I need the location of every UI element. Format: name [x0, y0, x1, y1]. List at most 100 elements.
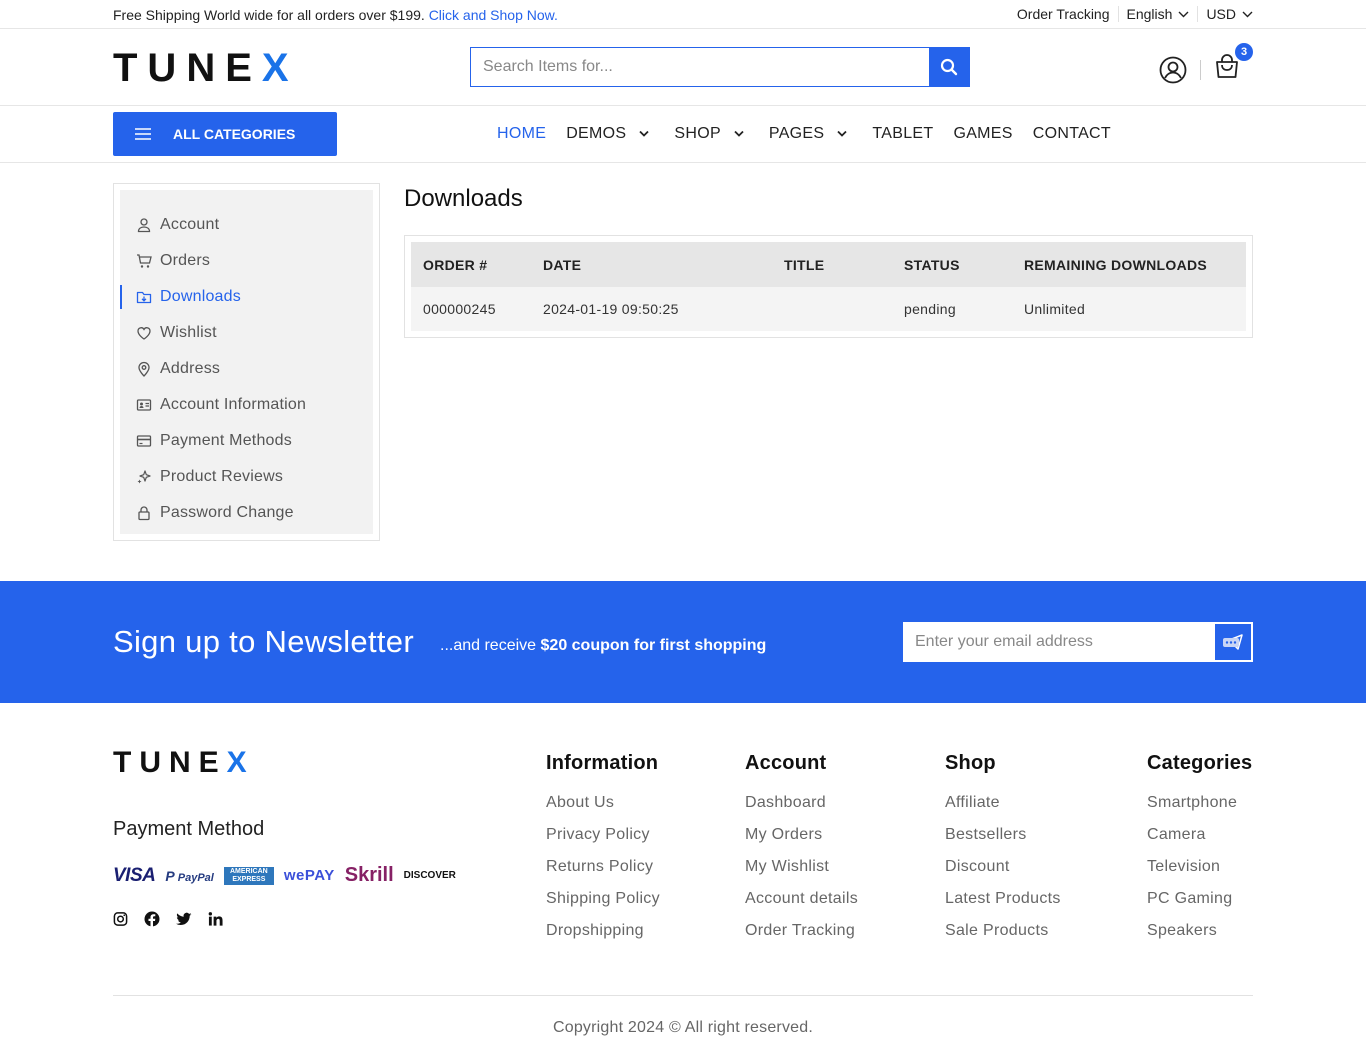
nav-tablet[interactable]: TABLET — [872, 125, 933, 143]
newsletter-subtitle: ...and receive $20 coupon for first shop… — [440, 637, 767, 654]
language-select[interactable]: English — [1117, 6, 1198, 22]
sidebar-item-account-information[interactable]: Account Information — [120, 387, 373, 423]
footer-link-order-tracking[interactable]: Order Tracking — [745, 922, 858, 954]
footer-link-shipping-policy[interactable]: Shipping Policy — [546, 890, 660, 922]
heart-icon — [137, 327, 151, 340]
footer-link-returns-policy[interactable]: Returns Policy — [546, 858, 660, 890]
search-button[interactable] — [929, 48, 969, 86]
chevron-down-icon — [1178, 11, 1189, 17]
search-input[interactable] — [471, 48, 929, 86]
cart-button[interactable]: 3 — [1213, 43, 1253, 86]
nav-contact[interactable]: CONTACT — [1033, 125, 1111, 143]
footer-column-title: Information — [546, 752, 659, 774]
newsletter-title: Sign up to Newsletter — [113, 624, 414, 659]
footer-link-sale-products[interactable]: Sale Products — [945, 922, 1061, 954]
linkedin-icon[interactable] — [208, 911, 223, 927]
sidebar-item-product-reviews[interactable]: Product Reviews — [120, 459, 373, 495]
chevron-down-icon — [1242, 11, 1253, 17]
search-bar — [470, 47, 970, 87]
paypal-logo: P PayPal — [165, 867, 214, 884]
footer-column-title: Shop — [945, 752, 996, 774]
navigation-bar: ALL CATEGORIES HOME DEMOS SHOP PAGES TAB… — [0, 106, 1366, 163]
footer-column-account: Account Dashboard My Orders My Wishlist … — [745, 752, 858, 954]
sidebar-item-downloads[interactable]: Downloads — [120, 279, 373, 315]
chevron-down-icon — [639, 130, 650, 137]
newsletter-section: Sign up to Newsletter ...and receive $20… — [0, 581, 1366, 703]
send-icon — [1223, 634, 1243, 650]
chevron-down-icon — [837, 130, 848, 137]
nav-games[interactable]: GAMES — [953, 125, 1012, 143]
sidebar-item-wishlist[interactable]: Wishlist — [120, 315, 373, 351]
footer-link-discount[interactable]: Discount — [945, 858, 1061, 890]
footer-link-about-us[interactable]: About Us — [546, 794, 660, 826]
column-header-order: ORDER # — [411, 242, 531, 287]
title-cell — [772, 287, 892, 331]
nav-demos[interactable]: DEMOS — [566, 125, 654, 143]
order-tracking-link[interactable]: Order Tracking — [1017, 6, 1118, 22]
footer-link-latest-products[interactable]: Latest Products — [945, 890, 1061, 922]
menu-icon — [135, 128, 151, 140]
footer-link-my-orders[interactable]: My Orders — [745, 826, 858, 858]
order-number-cell: 000000245 — [411, 287, 531, 331]
payment-method-title: Payment Method — [113, 818, 265, 840]
footer-link-camera[interactable]: Camera — [1147, 826, 1252, 858]
page-title: Downloads — [404, 185, 523, 212]
search-icon — [940, 58, 958, 76]
column-header-remaining-downloads: REMAINING DOWNLOADS — [1012, 242, 1246, 287]
footer-link-television[interactable]: Television — [1147, 858, 1252, 890]
currency-select[interactable]: USD — [1197, 6, 1253, 22]
footer-link-my-wishlist[interactable]: My Wishlist — [745, 858, 858, 890]
sidebar-item-password-change[interactable]: Password Change — [120, 495, 373, 531]
social-links — [113, 911, 223, 927]
account-sidebar: Account Orders Downloads Wishlist Addres… — [113, 183, 380, 541]
sidebar-item-address[interactable]: Address — [120, 351, 373, 387]
footer-link-pc-gaming[interactable]: PC Gaming — [1147, 890, 1252, 922]
discover-logo: DISCOVER — [403, 870, 456, 881]
status-cell: pending — [892, 287, 1012, 331]
nav-home[interactable]: HOME — [497, 125, 546, 143]
footer-link-speakers[interactable]: Speakers — [1147, 922, 1252, 954]
footer-link-smartphone[interactable]: Smartphone — [1147, 794, 1252, 826]
newsletter-submit-button[interactable] — [1215, 624, 1251, 660]
download-folder-icon — [136, 291, 152, 304]
user-icon — [137, 218, 151, 233]
id-card-icon — [136, 399, 152, 411]
chevron-down-icon — [734, 130, 744, 137]
promo-link[interactable]: Click and Shop Now. — [429, 7, 558, 23]
sidebar-item-payment-methods[interactable]: Payment Methods — [120, 423, 373, 459]
instagram-icon[interactable] — [113, 911, 128, 927]
footer-column-title: Categories — [1147, 752, 1253, 774]
table-row: 000000245 2024-01-19 09:50:25 pending Un… — [411, 287, 1246, 331]
newsletter-form — [903, 622, 1253, 662]
logo[interactable]: TUNEX — [113, 48, 299, 88]
footer-divider — [113, 995, 1253, 996]
facebook-icon[interactable] — [144, 911, 160, 927]
column-header-status: STATUS — [892, 242, 1012, 287]
sidebar-item-account[interactable]: Account — [120, 207, 373, 243]
credit-card-icon — [136, 435, 152, 447]
footer-link-account-details[interactable]: Account details — [745, 890, 858, 922]
nav-shop[interactable]: SHOP — [674, 125, 749, 143]
promo-banner: Free Shipping World wide for all orders … — [113, 7, 558, 23]
skrill-logo: Skrill — [344, 864, 394, 886]
newsletter-email-input[interactable] — [905, 624, 1215, 660]
twitter-icon[interactable] — [176, 911, 192, 927]
nav-pages[interactable]: PAGES — [769, 125, 852, 143]
column-header-date: DATE — [531, 242, 772, 287]
footer-logo[interactable]: TUNEX — [113, 746, 255, 780]
cart-count-badge: 3 — [1235, 43, 1253, 61]
footer-link-dropshipping[interactable]: Dropshipping — [546, 922, 660, 954]
all-categories-button[interactable]: ALL CATEGORIES — [113, 112, 337, 156]
header-divider — [1200, 59, 1201, 80]
table-header-row: ORDER # DATE TITLE STATUS REMAINING DOWN… — [411, 242, 1246, 287]
visa-logo: VISA — [113, 864, 156, 886]
footer-link-dashboard[interactable]: Dashboard — [745, 794, 858, 826]
downloads-table-wrapper: ORDER # DATE TITLE STATUS REMAINING DOWN… — [404, 235, 1253, 338]
footer-link-privacy-policy[interactable]: Privacy Policy — [546, 826, 660, 858]
footer-link-bestsellers[interactable]: Bestsellers — [945, 826, 1061, 858]
date-cell: 2024-01-19 09:50:25 — [531, 287, 772, 331]
footer-link-affiliate[interactable]: Affiliate — [945, 794, 1061, 826]
footer-column-information: Information About Us Privacy Policy Retu… — [546, 752, 660, 954]
user-account-icon[interactable] — [1158, 55, 1188, 85]
sidebar-item-orders[interactable]: Orders — [120, 243, 373, 279]
